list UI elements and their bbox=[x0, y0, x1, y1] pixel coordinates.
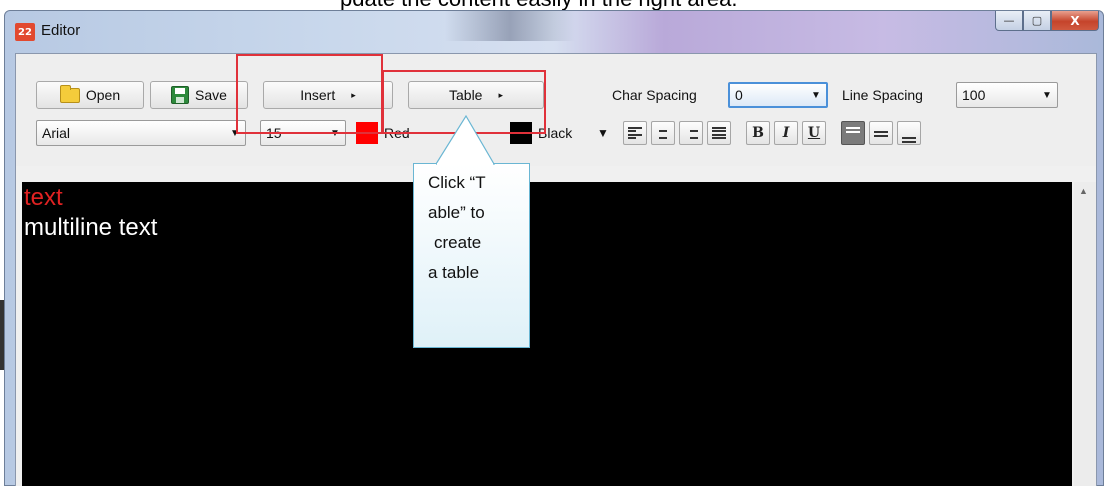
valign-bottom-button[interactable] bbox=[897, 121, 921, 145]
align-center-button[interactable] bbox=[651, 121, 675, 145]
floppy-disk-icon bbox=[171, 86, 190, 104]
open-button[interactable]: Open bbox=[36, 81, 144, 109]
align-justify-button[interactable] bbox=[707, 121, 731, 145]
canvas-line-2: multiline text bbox=[24, 214, 158, 241]
align-left-icon bbox=[628, 127, 642, 139]
app-icon: 22 bbox=[15, 23, 35, 41]
close-button[interactable]: X bbox=[1051, 11, 1099, 31]
align-left-button[interactable] bbox=[623, 121, 647, 145]
insert-highlight-box bbox=[236, 54, 383, 134]
maximize-button[interactable]: ▢ bbox=[1023, 11, 1051, 31]
vertical-scrollbar[interactable]: ▲ bbox=[1074, 182, 1096, 486]
align-right-button[interactable] bbox=[679, 121, 703, 145]
char-spacing-value: 0 bbox=[735, 87, 743, 103]
align-right-icon bbox=[684, 127, 698, 139]
callout-line: create bbox=[434, 233, 482, 252]
title-bar[interactable]: 22 Editor — ▢ X bbox=[5, 11, 1103, 53]
window-controls: — ▢ X bbox=[995, 11, 1099, 31]
char-spacing-label: Char Spacing bbox=[612, 87, 697, 103]
font-family-value: Arial bbox=[42, 125, 71, 141]
editor-client-area: Open Save Insert ▸ Table ▸ Char Spacing … bbox=[15, 53, 1097, 486]
valign-top-button[interactable] bbox=[841, 121, 865, 145]
editor-window: 22 Editor — ▢ X Open Save Insert ▸ Table… bbox=[4, 10, 1104, 486]
callout-line: Click “T bbox=[428, 173, 486, 192]
window-left-edge bbox=[0, 300, 4, 370]
bold-button[interactable]: B bbox=[746, 121, 770, 145]
save-button[interactable]: Save bbox=[150, 81, 248, 109]
table-tooltip-callout: Click “T able” to create a table bbox=[413, 163, 530, 348]
minimize-button[interactable]: — bbox=[995, 11, 1023, 31]
line-spacing-label: Line Spacing bbox=[842, 87, 923, 103]
callout-line: a table bbox=[428, 263, 480, 282]
underline-button[interactable]: U bbox=[802, 121, 826, 145]
chevron-down-icon: ▼ bbox=[811, 89, 821, 101]
align-justify-icon bbox=[712, 127, 726, 139]
text-canvas[interactable]: text multiline text bbox=[22, 182, 1072, 486]
toolbar: Open Save Insert ▸ Table ▸ Char Spacing … bbox=[16, 54, 1096, 166]
chevron-down-icon[interactable]: ▼ bbox=[597, 126, 609, 140]
canvas-line-1: text bbox=[24, 184, 63, 211]
italic-button[interactable]: I bbox=[774, 121, 798, 145]
align-center-icon bbox=[656, 127, 670, 139]
save-label: Save bbox=[195, 87, 227, 103]
cut-off-caption: pdate the content easily in the right ar… bbox=[0, 0, 1106, 10]
valign-middle-button[interactable] bbox=[869, 121, 893, 145]
callout-pointer bbox=[436, 114, 496, 165]
screenshot-stage: pdate the content easily in the right ar… bbox=[0, 0, 1106, 486]
char-spacing-select[interactable]: 0 ▼ bbox=[728, 82, 828, 108]
open-label: Open bbox=[85, 87, 121, 103]
callout-line: able” to bbox=[428, 203, 485, 222]
chevron-down-icon: ▼ bbox=[1042, 89, 1052, 101]
window-title: Editor bbox=[41, 22, 81, 39]
font-family-select[interactable]: Arial ▼ bbox=[36, 120, 246, 146]
line-spacing-select[interactable]: 100 ▼ bbox=[956, 82, 1058, 108]
scroll-up-arrow-icon[interactable]: ▲ bbox=[1079, 186, 1088, 196]
folder-icon bbox=[59, 84, 80, 103]
line-spacing-value: 100 bbox=[962, 87, 986, 103]
